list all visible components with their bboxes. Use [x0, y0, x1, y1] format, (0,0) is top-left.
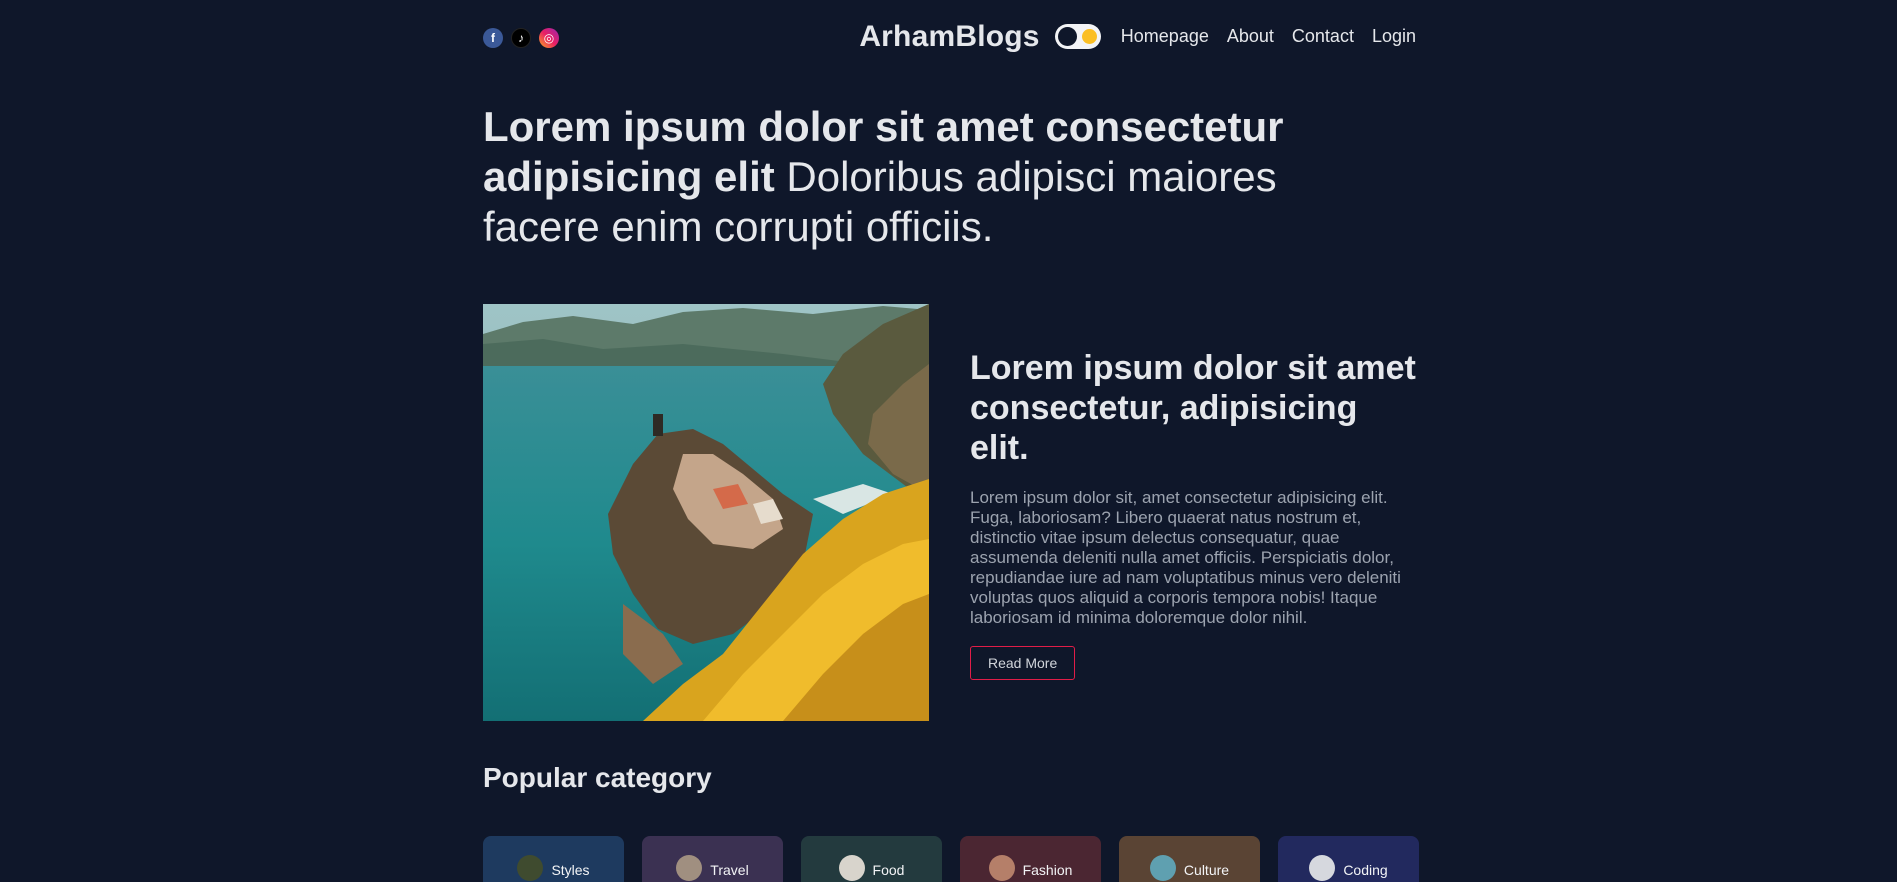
category-label: Styles — [551, 862, 590, 878]
moon-icon — [1057, 27, 1077, 46]
category-list: Styles Travel Food Fashion Culture Codin… — [483, 836, 1419, 882]
page-container: f ♪ ◎ ArhamBlogs Homepage About Contact … — [483, 0, 1419, 882]
category-label: Coding — [1343, 862, 1388, 878]
category-travel[interactable]: Travel — [642, 836, 783, 882]
popular-category-heading: Popular category — [483, 762, 712, 793]
category-label: Fashion — [1022, 862, 1073, 878]
theme-toggle[interactable] — [1054, 24, 1101, 49]
hero-title: Lorem ipsum dolor sit amet consectetur a… — [483, 102, 1323, 252]
nav-link-contact[interactable]: Contact — [1292, 26, 1354, 47]
featured-excerpt: Lorem ipsum dolor sit, amet consectetur … — [970, 488, 1401, 627]
facebook-icon[interactable]: f — [483, 28, 503, 48]
category-fashion[interactable]: Fashion — [960, 836, 1101, 882]
featured-image[interactable] — [483, 304, 929, 721]
sun-icon — [1081, 29, 1097, 44]
category-avatar — [1309, 855, 1336, 881]
category-styles[interactable]: Styles — [483, 836, 624, 882]
navbar: f ♪ ◎ ArhamBlogs Homepage About Contact … — [483, 0, 1416, 76]
category-avatar — [517, 855, 544, 881]
category-food[interactable]: Food — [801, 836, 942, 882]
nav-menu: Homepage About Contact Login — [1054, 24, 1416, 49]
nav-link-login[interactable]: Login — [1372, 26, 1416, 47]
category-label: Travel — [710, 862, 749, 878]
tiktok-icon[interactable]: ♪ — [511, 28, 531, 48]
nav-link-homepage[interactable]: Homepage — [1121, 26, 1209, 47]
category-coding[interactable]: Coding — [1278, 836, 1419, 882]
featured-article: Lorem ipsum dolor sit amet consectetur, … — [970, 348, 1416, 680]
read-more-button[interactable]: Read More — [970, 646, 1076, 680]
featured-title[interactable]: Lorem ipsum dolor sit amet consectetur, … — [970, 348, 1416, 468]
instagram-icon[interactable]: ◎ — [539, 28, 559, 48]
social-links: f ♪ ◎ — [483, 28, 559, 48]
category-avatar — [838, 855, 865, 881]
nav-link-about[interactable]: About — [1227, 26, 1274, 47]
category-label: Food — [872, 862, 905, 878]
category-culture[interactable]: Culture — [1119, 836, 1260, 882]
category-avatar — [1149, 855, 1176, 881]
category-label: Culture — [1183, 862, 1230, 878]
category-avatar — [988, 855, 1015, 881]
category-avatar — [676, 855, 703, 881]
